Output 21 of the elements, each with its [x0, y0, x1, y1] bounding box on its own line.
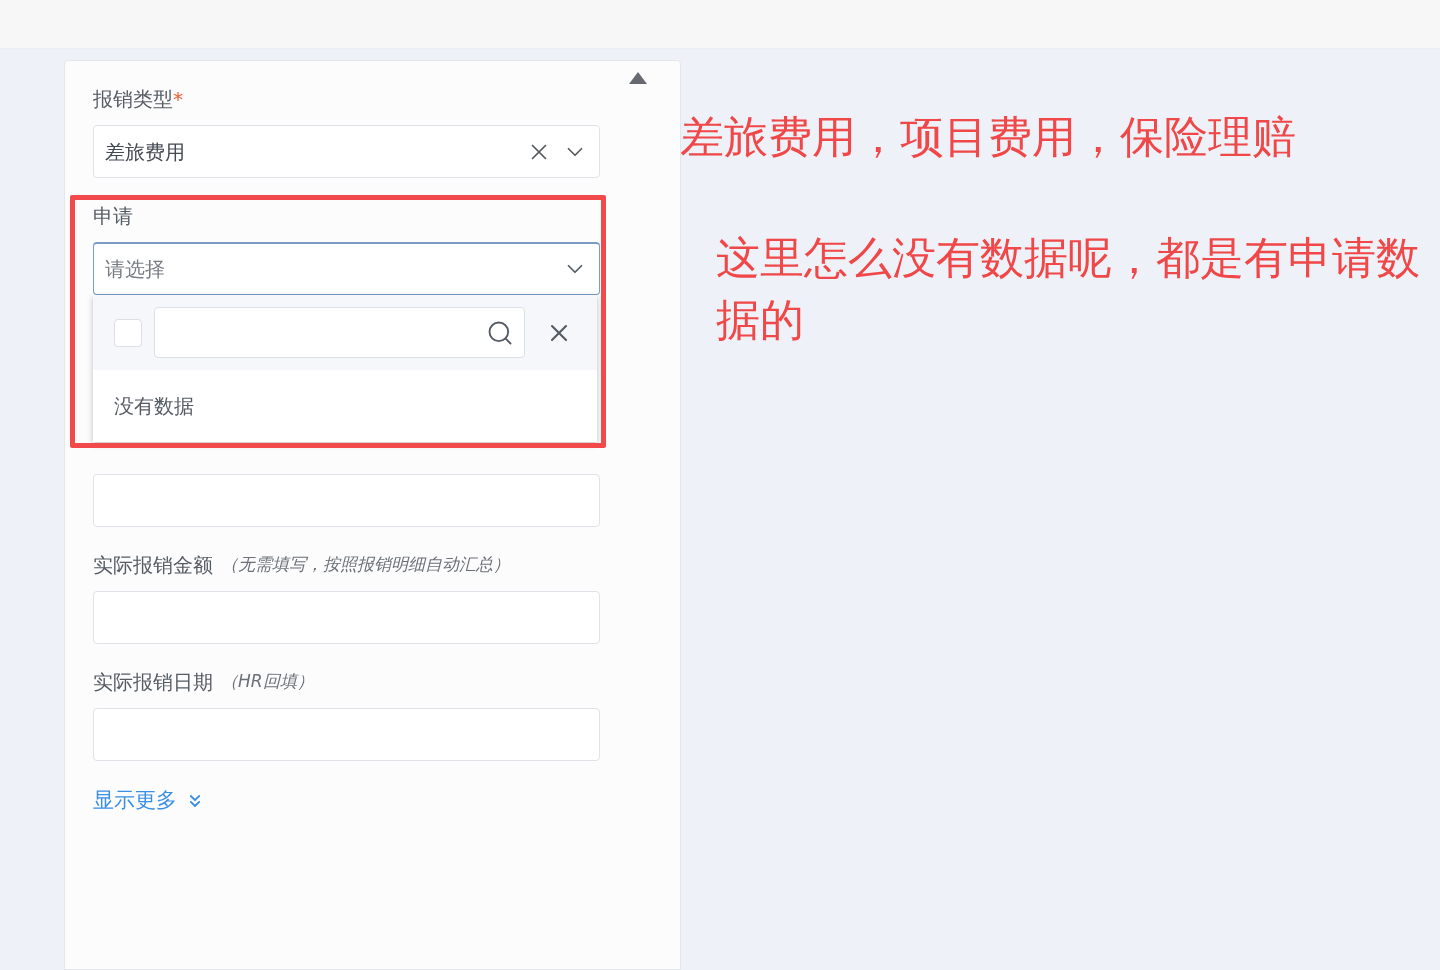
empty-message: 没有数据 [114, 393, 194, 420]
input-field[interactable] [93, 474, 600, 527]
required-mark: * [173, 86, 183, 113]
scroll-up-icon[interactable] [628, 71, 648, 85]
show-more-link[interactable]: 显示更多 [93, 785, 205, 817]
field-hint: （HR回填） [221, 670, 314, 694]
input-field[interactable] [93, 591, 600, 644]
input-field[interactable] [93, 708, 600, 761]
field-label: 申请 [93, 203, 133, 230]
annotation-text: 差旅费用，项目费用，保险理赔 [680, 110, 1297, 164]
select-field[interactable]: 请选择 [93, 242, 600, 295]
checkbox[interactable] [114, 318, 142, 347]
select-field[interactable]: 差旅费用 [93, 125, 600, 178]
select-placeholder: 请选择 [105, 256, 165, 283]
field-label: 实际报销日期 [93, 669, 213, 696]
field-hint: （无需填写，按照报销明细自动汇总） [221, 553, 510, 577]
search-field[interactable] [154, 307, 525, 358]
field-label: 报销类型 [93, 86, 173, 113]
field-label: 实际报销金额 [93, 552, 213, 579]
select-value: 差旅费用 [105, 138, 185, 166]
annotation-text: 这里怎么没有数据呢，都是有申请数据的 [716, 231, 1421, 348]
